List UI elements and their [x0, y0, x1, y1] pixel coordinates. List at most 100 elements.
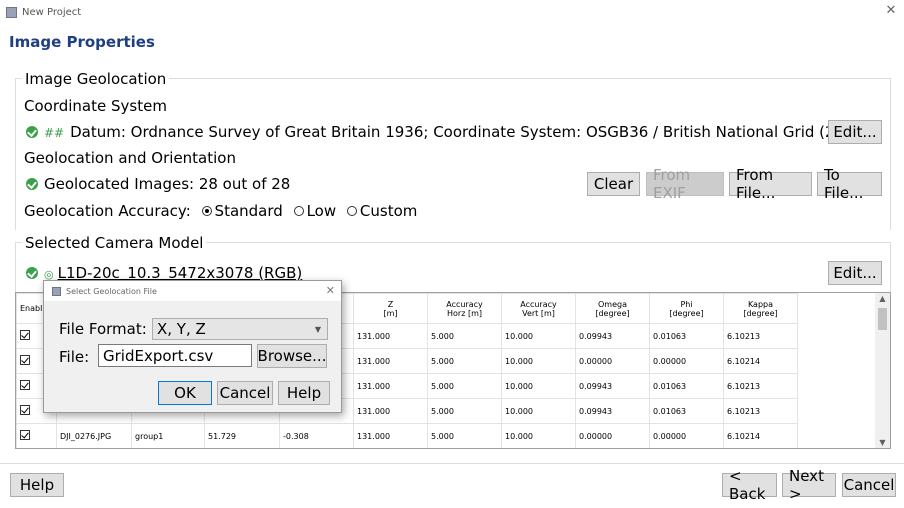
cancel-button[interactable]: Cancel [842, 473, 896, 497]
cell-acc-vert: 10.000 [501, 373, 576, 399]
radio-standard-label: Standard [214, 202, 283, 220]
page-title: Image Properties [9, 33, 155, 51]
enabled-checkbox[interactable] [20, 430, 30, 440]
dialog-app-icon [52, 286, 61, 296]
cell-phi: 0.00000 [649, 423, 724, 448]
cell-kappa: 6.10214 [723, 423, 798, 448]
col-header-omega[interactable]: Omega [degree] [575, 293, 650, 324]
cell-acc-horz: 5.000 [427, 398, 502, 424]
cell-image: DJI_0276.JPG [56, 423, 132, 448]
cell-acc-horz: 5.000 [427, 348, 502, 374]
window-titlebar: New Project ✕ [0, 0, 904, 24]
coordinate-system-label: Coordinate System [24, 97, 167, 115]
cell-kappa: 6.10214 [723, 348, 798, 374]
accuracy-label: Geolocation Accuracy: [24, 202, 191, 220]
cell-acc-vert: 10.000 [501, 398, 576, 424]
cell-z: 131.000 [353, 398, 428, 424]
from-exif-button[interactable]: From EXIF [646, 166, 724, 202]
check-ok-icon [26, 267, 38, 279]
cell-omega: 0.00000 [575, 423, 650, 448]
enabled-checkbox[interactable] [20, 330, 30, 340]
cell-acc-horz: 5.000 [427, 423, 502, 448]
check-ok-icon [26, 126, 38, 138]
radio-custom[interactable] [346, 206, 357, 216]
ok-button[interactable]: OK [158, 381, 212, 405]
col-header-z[interactable]: Z [m] [353, 293, 428, 324]
clear-button[interactable]: Clear [587, 172, 640, 196]
cell-z: 131.000 [353, 348, 428, 374]
cell-z: 131.000 [353, 373, 428, 399]
footer-divider [0, 463, 904, 464]
cell-kappa: 6.10213 [723, 398, 798, 424]
file-format-value: X, Y, Z [157, 320, 206, 338]
file-format-label: File Format: [59, 320, 147, 338]
cell-phi: 0.01063 [649, 373, 724, 399]
cell-phi: 0.01063 [649, 398, 724, 424]
from-file-button[interactable]: From File... [729, 166, 812, 202]
dialog-titlebar: Select Geolocation File ✕ [44, 281, 341, 301]
geolocated-text: Geolocated Images: 28 out of 28 [44, 175, 291, 193]
cell-omega: 0.00000 [575, 348, 650, 374]
chevron-down-icon: ▼ [314, 325, 321, 334]
radio-low-label: Low [306, 202, 337, 220]
scroll-up-icon[interactable]: ▲ [875, 294, 890, 303]
col-header-kappa[interactable]: Kappa [degree] [723, 293, 798, 324]
cell-acc-horz: 5.000 [427, 323, 502, 349]
cell-group: group1 [131, 423, 205, 448]
table-row[interactable]: DJI_0276.JPG group1 51.729 -0.308 131.00… [16, 423, 798, 448]
enabled-checkbox[interactable] [20, 405, 30, 415]
col-header-acc-vert[interactable]: Accuracy Vert [m] [501, 293, 576, 324]
close-icon[interactable]: ✕ [884, 4, 898, 18]
help-button[interactable]: Help [10, 473, 64, 497]
cell-phi: 0.00000 [649, 348, 724, 374]
next-button[interactable]: Next > [782, 467, 836, 503]
cell-omega: 0.09943 [575, 323, 650, 349]
cell-acc-vert: 10.000 [501, 423, 576, 448]
col-header-phi[interactable]: Phi [degree] [649, 293, 724, 324]
cell-kappa: 6.10213 [723, 323, 798, 349]
table-scrollbar[interactable]: ▲ ▼ [875, 293, 890, 448]
cell-z: 131.000 [353, 323, 428, 349]
accuracy-row: Geolocation Accuracy: Standard Low Custo… [24, 202, 417, 220]
select-geolocation-dialog: Select Geolocation File ✕ File Format: X… [43, 280, 342, 413]
radio-custom-label: Custom [359, 202, 418, 220]
dialog-help-button[interactable]: Help [278, 381, 330, 405]
dialog-title: Select Geolocation File [66, 286, 157, 296]
radio-standard[interactable] [201, 206, 212, 216]
cell-kappa: 6.10213 [723, 373, 798, 399]
cell-omega: 0.09943 [575, 398, 650, 424]
enabled-checkbox[interactable] [20, 355, 30, 365]
back-button[interactable]: < Back [722, 467, 777, 503]
file-input[interactable]: GridExport.csv [98, 344, 252, 367]
browse-button[interactable]: Browse... [257, 344, 327, 368]
radio-low[interactable] [293, 206, 304, 216]
geolocated-row: Geolocated Images: 28 out of 28 [26, 175, 290, 193]
cell-omega: 0.09943 [575, 373, 650, 399]
cell-phi: 0.01063 [649, 323, 724, 349]
cell-acc-horz: 5.000 [427, 373, 502, 399]
col-header-acc-horz[interactable]: Accuracy Horz [m] [427, 293, 502, 324]
file-format-select[interactable]: X, Y, Z ▼ [152, 318, 328, 340]
cell-lon: -0.308 [279, 423, 354, 448]
enabled-checkbox[interactable] [20, 380, 30, 390]
file-label: File: [59, 348, 90, 366]
app-icon [6, 6, 17, 18]
scroll-thumb[interactable] [878, 308, 887, 330]
window-title: New Project [22, 6, 82, 18]
cell-acc-vert: 10.000 [501, 348, 576, 374]
grid-icon: ## [44, 126, 65, 140]
coord-edit-button[interactable]: Edit... [828, 120, 882, 144]
cell-z: 131.000 [353, 423, 428, 448]
geolocation-section-title: Image Geolocation [22, 70, 170, 88]
file-input-value: GridExport.csv [103, 346, 214, 365]
camera-section-title: Selected Camera Model [22, 234, 207, 252]
datum-row: ## Datum: Ordnance Survey of Great Britai… [26, 123, 852, 141]
to-file-button[interactable]: To File... [817, 166, 882, 202]
dialog-cancel-button[interactable]: Cancel [217, 381, 273, 405]
cell-acc-vert: 10.000 [501, 323, 576, 349]
camera-edit-button[interactable]: Edit... [828, 261, 882, 285]
scroll-down-icon[interactable]: ▼ [875, 438, 890, 447]
geo-orientation-label: Geolocation and Orientation [24, 149, 236, 167]
dialog-close-icon[interactable]: ✕ [326, 284, 335, 297]
check-ok-icon [26, 178, 38, 190]
